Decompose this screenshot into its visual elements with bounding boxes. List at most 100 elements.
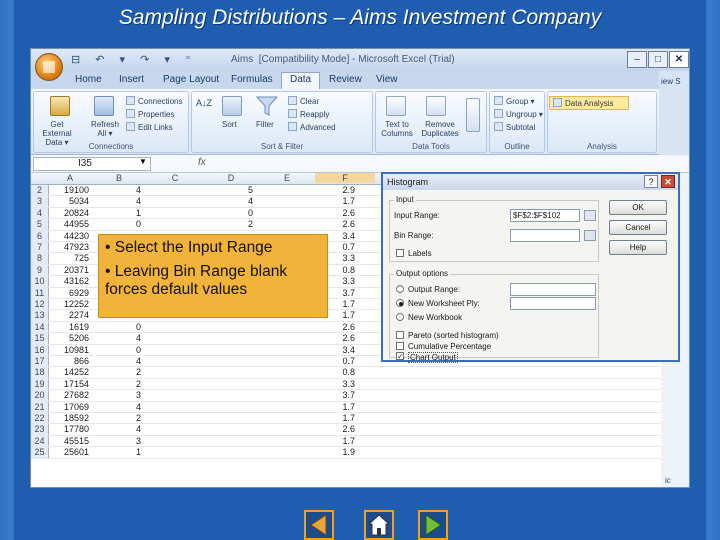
cell-f[interactable]: 2.9 (315, 185, 355, 196)
filter-button[interactable]: Filter (256, 120, 274, 129)
row-header[interactable]: 14 (31, 321, 49, 333)
cell-b[interactable]: 2 (91, 367, 141, 378)
reapply-button[interactable]: Reapply (288, 109, 329, 119)
chevron-down-icon[interactable]: ▼ (139, 157, 147, 166)
cell-b[interactable]: 0 (91, 219, 141, 230)
row-header[interactable]: 23 (31, 424, 49, 435)
column-header-c[interactable]: C (147, 173, 203, 183)
row-header[interactable]: 15 (31, 333, 49, 344)
tab-home[interactable]: Home (75, 74, 102, 85)
row-header[interactable]: 16 (31, 344, 49, 355)
office-button-icon[interactable] (35, 53, 63, 81)
sort-az-button[interactable]: A↓Z (196, 98, 212, 108)
cell-b[interactable]: 3 (91, 436, 141, 447)
previous-slide-button[interactable] (304, 510, 334, 540)
cancel-button[interactable]: Cancel (609, 220, 667, 235)
row-header[interactable]: 19 (31, 378, 49, 390)
cell-a[interactable]: 44230 (49, 231, 89, 242)
data-analysis-button[interactable]: Data Analysis (549, 96, 629, 110)
row-header[interactable]: 3 (31, 196, 49, 207)
cell-a[interactable]: 17069 (49, 402, 89, 413)
dialog-close-icon[interactable]: ✕ (661, 175, 675, 188)
pareto-checkbox[interactable] (396, 331, 404, 339)
cell-a[interactable]: 10981 (49, 345, 89, 356)
cell-a[interactable]: 2274 (49, 310, 89, 321)
sort-button[interactable]: Sort (222, 120, 237, 129)
cell-f[interactable]: 1.9 (315, 447, 355, 458)
cell-b[interactable]: 4 (91, 402, 141, 413)
cell-f[interactable]: 3.7 (315, 390, 355, 401)
name-box[interactable]: I35 (33, 157, 151, 171)
row-header[interactable]: 12 (31, 299, 49, 310)
cell-a[interactable]: 725 (49, 253, 89, 264)
cell-b[interactable]: 4 (91, 424, 141, 435)
cell-a[interactable]: 18592 (49, 413, 89, 424)
cell-a[interactable]: 1619 (49, 322, 89, 333)
cell-a[interactable]: 44955 (49, 219, 89, 230)
cell-f[interactable]: 1.7 (315, 196, 355, 207)
cumulative-checkbox[interactable] (396, 342, 404, 350)
row-header[interactable]: 5 (31, 219, 49, 230)
output-range-radio[interactable] (396, 285, 404, 293)
row-header[interactable]: 11 (31, 287, 49, 298)
properties-button[interactable]: Properties (126, 109, 174, 119)
new-workbook-radio[interactable] (396, 313, 404, 321)
column-header-b[interactable]: B (91, 173, 147, 183)
cell-b[interactable]: 2 (91, 379, 141, 390)
cell-b[interactable]: 0 (91, 322, 141, 333)
data-tools-extra-icon[interactable] (466, 98, 480, 132)
text-to-columns-button[interactable]: Text to Columns (378, 120, 416, 138)
cell-b[interactable]: 3 (91, 390, 141, 401)
cell-d[interactable]: 2 (203, 219, 253, 230)
cell-a[interactable]: 17154 (49, 379, 89, 390)
cell-a[interactable]: 47923 (49, 242, 89, 253)
cell-a[interactable]: 6929 (49, 288, 89, 299)
subtotal-button[interactable]: Subtotal (494, 122, 535, 132)
column-header-d[interactable]: D (203, 173, 259, 183)
cell-a[interactable]: 20824 (49, 208, 89, 219)
cell-f[interactable]: 2.6 (315, 424, 355, 435)
cell-a[interactable]: 866 (49, 356, 89, 367)
cell-d[interactable]: 4 (203, 196, 253, 207)
cell-f[interactable]: 1.7 (315, 436, 355, 447)
row-header[interactable]: 24 (31, 435, 49, 447)
tab-insert[interactable]: Insert (119, 74, 144, 85)
cell-f[interactable]: 1.7 (315, 402, 355, 413)
cell-d[interactable]: 0 (203, 208, 253, 219)
tab-formulas[interactable]: Formulas (231, 74, 273, 85)
input-range-picker-icon[interactable] (584, 210, 596, 221)
cell-f[interactable]: 2.6 (315, 208, 355, 219)
cell-a[interactable]: 5034 (49, 196, 89, 207)
cell-f[interactable]: 0.7 (315, 356, 355, 367)
refresh-all-button[interactable]: Refresh All ▾ (88, 120, 122, 138)
cell-f[interactable]: 0.8 (315, 367, 355, 378)
home-slide-button[interactable] (364, 510, 394, 540)
output-range-field[interactable] (510, 283, 596, 296)
cell-a[interactable]: 19100 (49, 185, 89, 196)
help-question-icon[interactable]: ? (644, 175, 658, 188)
cell-a[interactable]: 43162 (49, 276, 89, 287)
minimize-icon[interactable]: – (627, 51, 647, 68)
maximize-icon[interactable]: □ (648, 51, 668, 68)
group-button[interactable]: Group ▾ (494, 96, 534, 106)
cell-b[interactable]: 4 (91, 196, 141, 207)
close-icon[interactable]: ✕ (669, 51, 689, 68)
column-header-e[interactable]: E (259, 173, 315, 183)
row-header[interactable]: 13 (31, 310, 49, 321)
row-header[interactable]: 4 (31, 207, 49, 219)
next-slide-button[interactable] (418, 510, 448, 540)
cell-a[interactable]: 14252 (49, 367, 89, 378)
labels-checkbox[interactable] (396, 249, 404, 257)
cell-b[interactable]: 0 (91, 345, 141, 356)
row-header[interactable]: 10 (31, 276, 49, 287)
connections-button[interactable]: Connections (126, 96, 182, 106)
tab-page-layout[interactable]: Page Layout (163, 74, 219, 85)
new-worksheet-radio[interactable] (396, 299, 404, 307)
tab-data[interactable]: Data (281, 72, 321, 89)
cell-a[interactable]: 20371 (49, 265, 89, 276)
clear-button[interactable]: Clear (288, 96, 319, 106)
cell-f[interactable]: 3.3 (315, 379, 355, 390)
column-header-a[interactable]: A (49, 173, 91, 183)
column-header-f[interactable]: F (315, 173, 375, 183)
cell-a[interactable]: 17780 (49, 424, 89, 435)
